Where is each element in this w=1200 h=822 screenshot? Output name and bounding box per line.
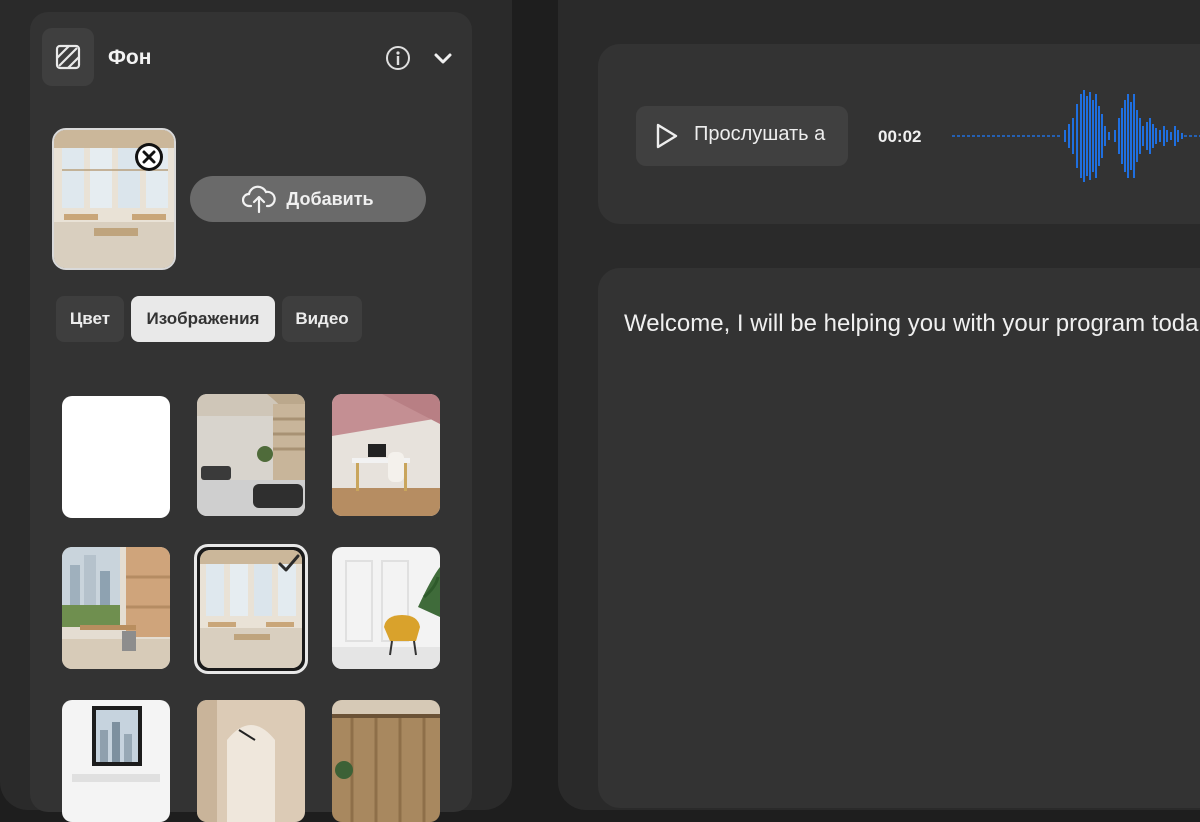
image-option-arched-hall[interactable] [197,700,305,822]
image-option-plain-white[interactable] [62,396,170,518]
add-background-button[interactable]: Добавить [190,176,426,222]
cloud-upload-icon [242,185,277,214]
tab-images[interactable]: Изображения [131,296,275,342]
image-option-pink-wall-desk[interactable] [332,394,440,516]
background-panel: Фон Добавить Цвет Изображения Видео [30,12,472,822]
tab-color[interactable]: Цвет [56,296,124,342]
image-option-wood-panel-room[interactable] [332,700,440,822]
audio-time: 00:02 [878,127,922,146]
audio-waveform [952,90,1200,182]
info-icon[interactable] [385,45,411,71]
image-option-skyline-window-room[interactable] [62,700,170,822]
background-icon-button[interactable] [42,28,94,86]
panel-title: Фон [108,46,152,69]
listen-button-label: Прослушать а [694,123,826,145]
add-button-label: Добавить [286,188,374,209]
chevron-down-icon[interactable] [432,48,454,70]
remove-background-icon[interactable] [134,142,164,172]
audio-card: Прослушать а 00:02 [598,44,1200,224]
checkmark-icon [278,554,300,572]
image-option-lounge-office[interactable] [197,394,305,516]
script-editor[interactable]: Welcome, I will be helping you with your… [598,268,1200,808]
image-option-city-view-office[interactable] [62,547,170,669]
listen-button[interactable]: Прослушать а [636,106,848,166]
tab-video[interactable]: Видео [282,296,362,342]
play-icon [656,123,678,149]
hatch-pattern-icon [55,44,81,70]
script-text[interactable]: Welcome, I will be helping you with your… [624,310,1199,338]
image-option-yellow-chair-room[interactable] [332,547,440,669]
